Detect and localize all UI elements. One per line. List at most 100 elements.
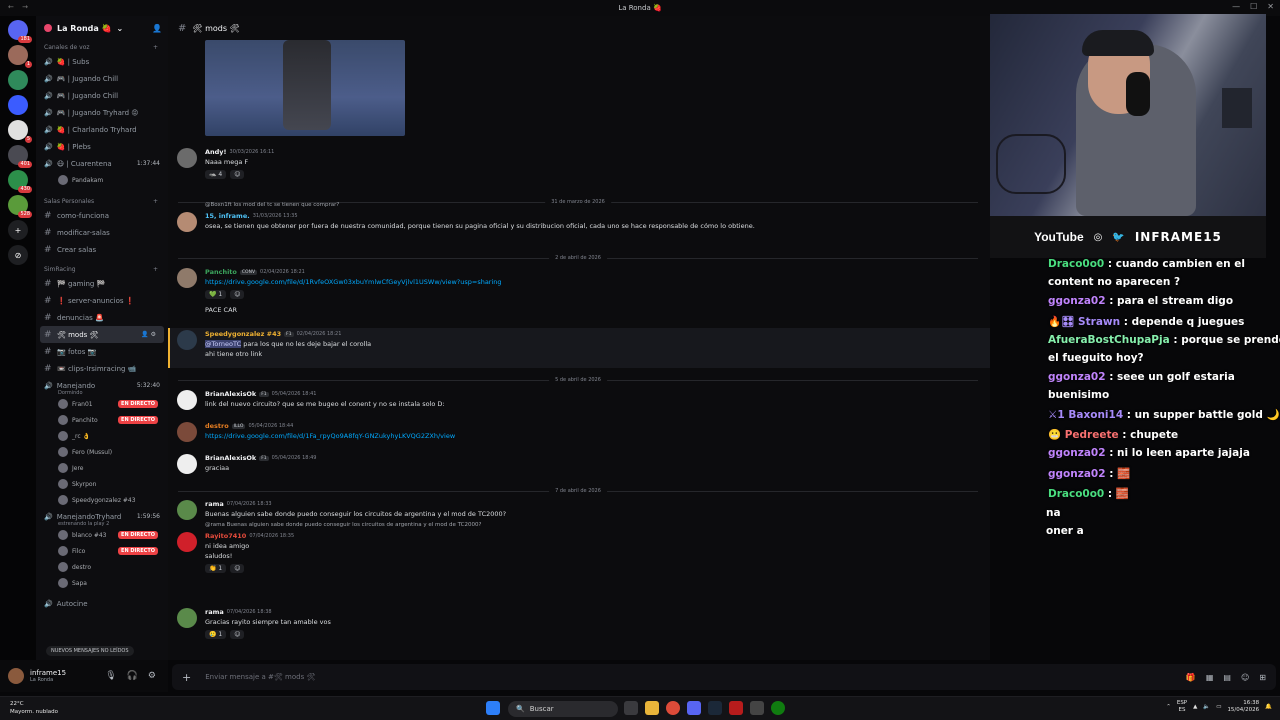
volume-icon[interactable]: 🔈	[1203, 704, 1210, 710]
message[interactable]: BrianAlexisOk F1 05/04/2026 18:49 graciaa	[168, 454, 990, 478]
voice-member[interactable]: blanco #43 EN DIRECTO	[36, 527, 168, 543]
taskbar-search[interactable]: 🔍 Buscar	[508, 701, 618, 717]
author-name[interactable]: Speedygonzalez #43	[205, 330, 281, 338]
text-channel[interactable]: # 🏁 gaming 🏁	[36, 275, 168, 292]
voice-channel-autocine[interactable]: 🔊 Autocine	[36, 595, 168, 612]
obs-icon[interactable]	[750, 701, 764, 715]
voice-member[interactable]: Filco EN DIRECTO	[36, 543, 168, 559]
avatar[interactable]	[8, 668, 24, 684]
wifi-icon[interactable]: ▲	[1193, 704, 1197, 710]
voice-channel[interactable]: 🔊 😷 | Cuarentena 1:37:44	[36, 155, 168, 172]
chrome-icon[interactable]	[666, 701, 680, 715]
close-icon[interactable]: ✕	[1267, 2, 1274, 11]
voice-channel-manejando[interactable]: 🔊 Manejando 5:32:40	[36, 377, 168, 394]
reaction-button[interactable]: ☺	[230, 630, 245, 639]
message[interactable]: rama 07/04/2026 18:33 Buenas alguien sabe …	[168, 500, 990, 524]
message[interactable]: BrianAlexisOk F1 05/04/2026 18:41 link del …	[168, 390, 990, 414]
message[interactable]: Panchito CONV 02/04/2026 18:21 https://driv…	[168, 268, 990, 324]
text-channel[interactable]: # como-funciona	[36, 207, 168, 224]
server-icon-server-d[interactable]: 430	[8, 170, 32, 193]
weather-widget[interactable]: 22°C Mayorm. nublado	[10, 700, 58, 716]
discord-icon[interactable]	[687, 701, 701, 715]
voice-member[interactable]: destro	[36, 559, 168, 575]
xbox-icon[interactable]	[771, 701, 785, 715]
message-input[interactable]: Enviar mensaje a #🛠 mods 🛠	[205, 673, 315, 681]
author-name[interactable]: 15, inframe.	[205, 212, 250, 220]
voice-member[interactable]: Fero (Mussul)	[36, 444, 168, 460]
avatar[interactable]	[177, 532, 197, 552]
voice-channel[interactable]: 🔊 🎮 | Jugando Chill	[36, 87, 168, 104]
reaction-button[interactable]: 🥲 1	[205, 630, 227, 639]
sticker-icon[interactable]: ▤	[1223, 673, 1231, 682]
invite-icon[interactable]: 👤	[152, 24, 162, 33]
server-icon-server-c[interactable]: 401	[8, 145, 32, 168]
text-channel[interactable]: # ❗ server-anuncios ❗	[36, 292, 168, 309]
avatar[interactable]	[177, 148, 197, 168]
gift-icon[interactable]: 🎁	[1186, 673, 1196, 682]
avatar[interactable]	[177, 212, 197, 232]
app-icon[interactable]	[729, 701, 743, 715]
server-icon-server-e[interactable]: 528	[8, 195, 32, 218]
text-channel[interactable]: # 🛠 mods 🛠 👤 ⚙	[40, 326, 164, 343]
voice-channel-tryhard[interactable]: 🔊 ManejandoTryhard 1:59:56	[36, 508, 168, 525]
avatar[interactable]	[177, 500, 197, 520]
server-icon-folder[interactable]	[8, 95, 28, 115]
avatar[interactable]	[177, 330, 197, 350]
nav-arrows[interactable]: ← →	[8, 3, 31, 11]
mention[interactable]: @TorneoTC	[205, 340, 242, 348]
avatar[interactable]	[177, 268, 197, 288]
message[interactable]: @Boxn1ft los mod del tc se tienen que co…	[168, 202, 990, 248]
embedded-image[interactable]	[205, 40, 405, 136]
author-name[interactable]: rama	[205, 608, 224, 616]
voice-member[interactable]: Speedygonzalez #43	[36, 492, 168, 508]
file-explorer-icon[interactable]	[645, 701, 659, 715]
voice-member[interactable]: _rc 👌	[36, 428, 168, 444]
voice-member[interactable]: Sapa	[36, 575, 168, 591]
add-attachment-icon[interactable]: +	[182, 671, 191, 684]
battery-icon[interactable]: ▭	[1216, 704, 1221, 710]
server-icon-la-ronda[interactable]	[8, 70, 28, 90]
message[interactable]: @rama Buenas alguien sabe donde puedo co…	[168, 522, 990, 590]
voice-channel[interactable]: 🔊 🎮 | Jugando Chill	[36, 70, 168, 87]
windows-start-icon[interactable]	[486, 701, 500, 715]
gif-icon[interactable]: ▦	[1206, 673, 1214, 682]
reaction-button[interactable]: ☺	[230, 170, 245, 179]
channel-settings-icon[interactable]: 👤 ⚙	[141, 331, 156, 338]
voice-channel[interactable]: 🔊 🍓 | Plebs	[36, 138, 168, 155]
author-name[interactable]: rama	[205, 500, 224, 508]
reply-preview[interactable]: @Boxn1ft los mod del tc se tienen que co…	[205, 202, 339, 208]
voice-member[interactable]: Jere	[36, 460, 168, 476]
message[interactable]: rama 07/04/2026 18:38 Gracias rayito siemp…	[168, 608, 990, 644]
avatar[interactable]	[177, 390, 197, 410]
server-icon-discover[interactable]: ⊘	[8, 245, 28, 265]
reaction-button[interactable]: ☺	[230, 290, 245, 299]
microphone-icon[interactable]: 🎙	[105, 671, 116, 681]
avatar[interactable]	[177, 422, 197, 442]
message[interactable]: destro ILLO 05/04/2026 18:44 https://drive.…	[168, 422, 990, 446]
author-name[interactable]: destro	[205, 422, 229, 430]
message-link[interactable]: https://drive.google.com/file/d/1RvfeOXG…	[205, 278, 502, 286]
server-header[interactable]: La Ronda 🍓 ⌄ 👤	[36, 16, 168, 40]
chevron-up-icon[interactable]: ⌃	[1166, 704, 1171, 710]
category-simracing[interactable]: SimRacing +	[36, 262, 168, 275]
reaction-button[interactable]: 👏 1	[205, 564, 227, 573]
voice-member[interactable]: Skyrpon	[36, 476, 168, 492]
voice-member[interactable]: Panchito EN DIRECTO	[36, 412, 168, 428]
message-link[interactable]: https://drive.google.com/file/d/1Fa_rpyQ…	[205, 432, 455, 440]
server-icon-server-a[interactable]: 1	[8, 45, 32, 68]
voice-channel[interactable]: 🔊 🍓 | Subs	[36, 53, 168, 70]
voice-channel[interactable]: 🔊 🎮 | Jugando Tryhard 😡	[36, 104, 168, 121]
author-name[interactable]: BrianAlexisOk	[205, 454, 256, 462]
minimize-icon[interactable]: —	[1232, 2, 1240, 11]
maximize-icon[interactable]: ☐	[1250, 2, 1257, 11]
author-name[interactable]: Andy!	[205, 148, 227, 156]
text-channel[interactable]: # denuncias 🚨	[36, 309, 168, 326]
text-channel[interactable]: # 📷 fotos 📷	[36, 343, 168, 360]
text-channel[interactable]: # Crear salas	[36, 241, 168, 258]
author-name[interactable]: BrianAlexisOk	[205, 390, 256, 398]
message-composer[interactable]: + Enviar mensaje a #🛠 mods 🛠 🎁 ▦ ▤ ☺ ⊞	[172, 664, 1276, 690]
gear-icon[interactable]: ⚙	[148, 671, 156, 681]
category-salas[interactable]: Salas Personales +	[36, 194, 168, 207]
notifications-icon[interactable]: 🔔	[1265, 704, 1272, 710]
clock[interactable]: 16:38 15/04/2026	[1227, 700, 1259, 714]
